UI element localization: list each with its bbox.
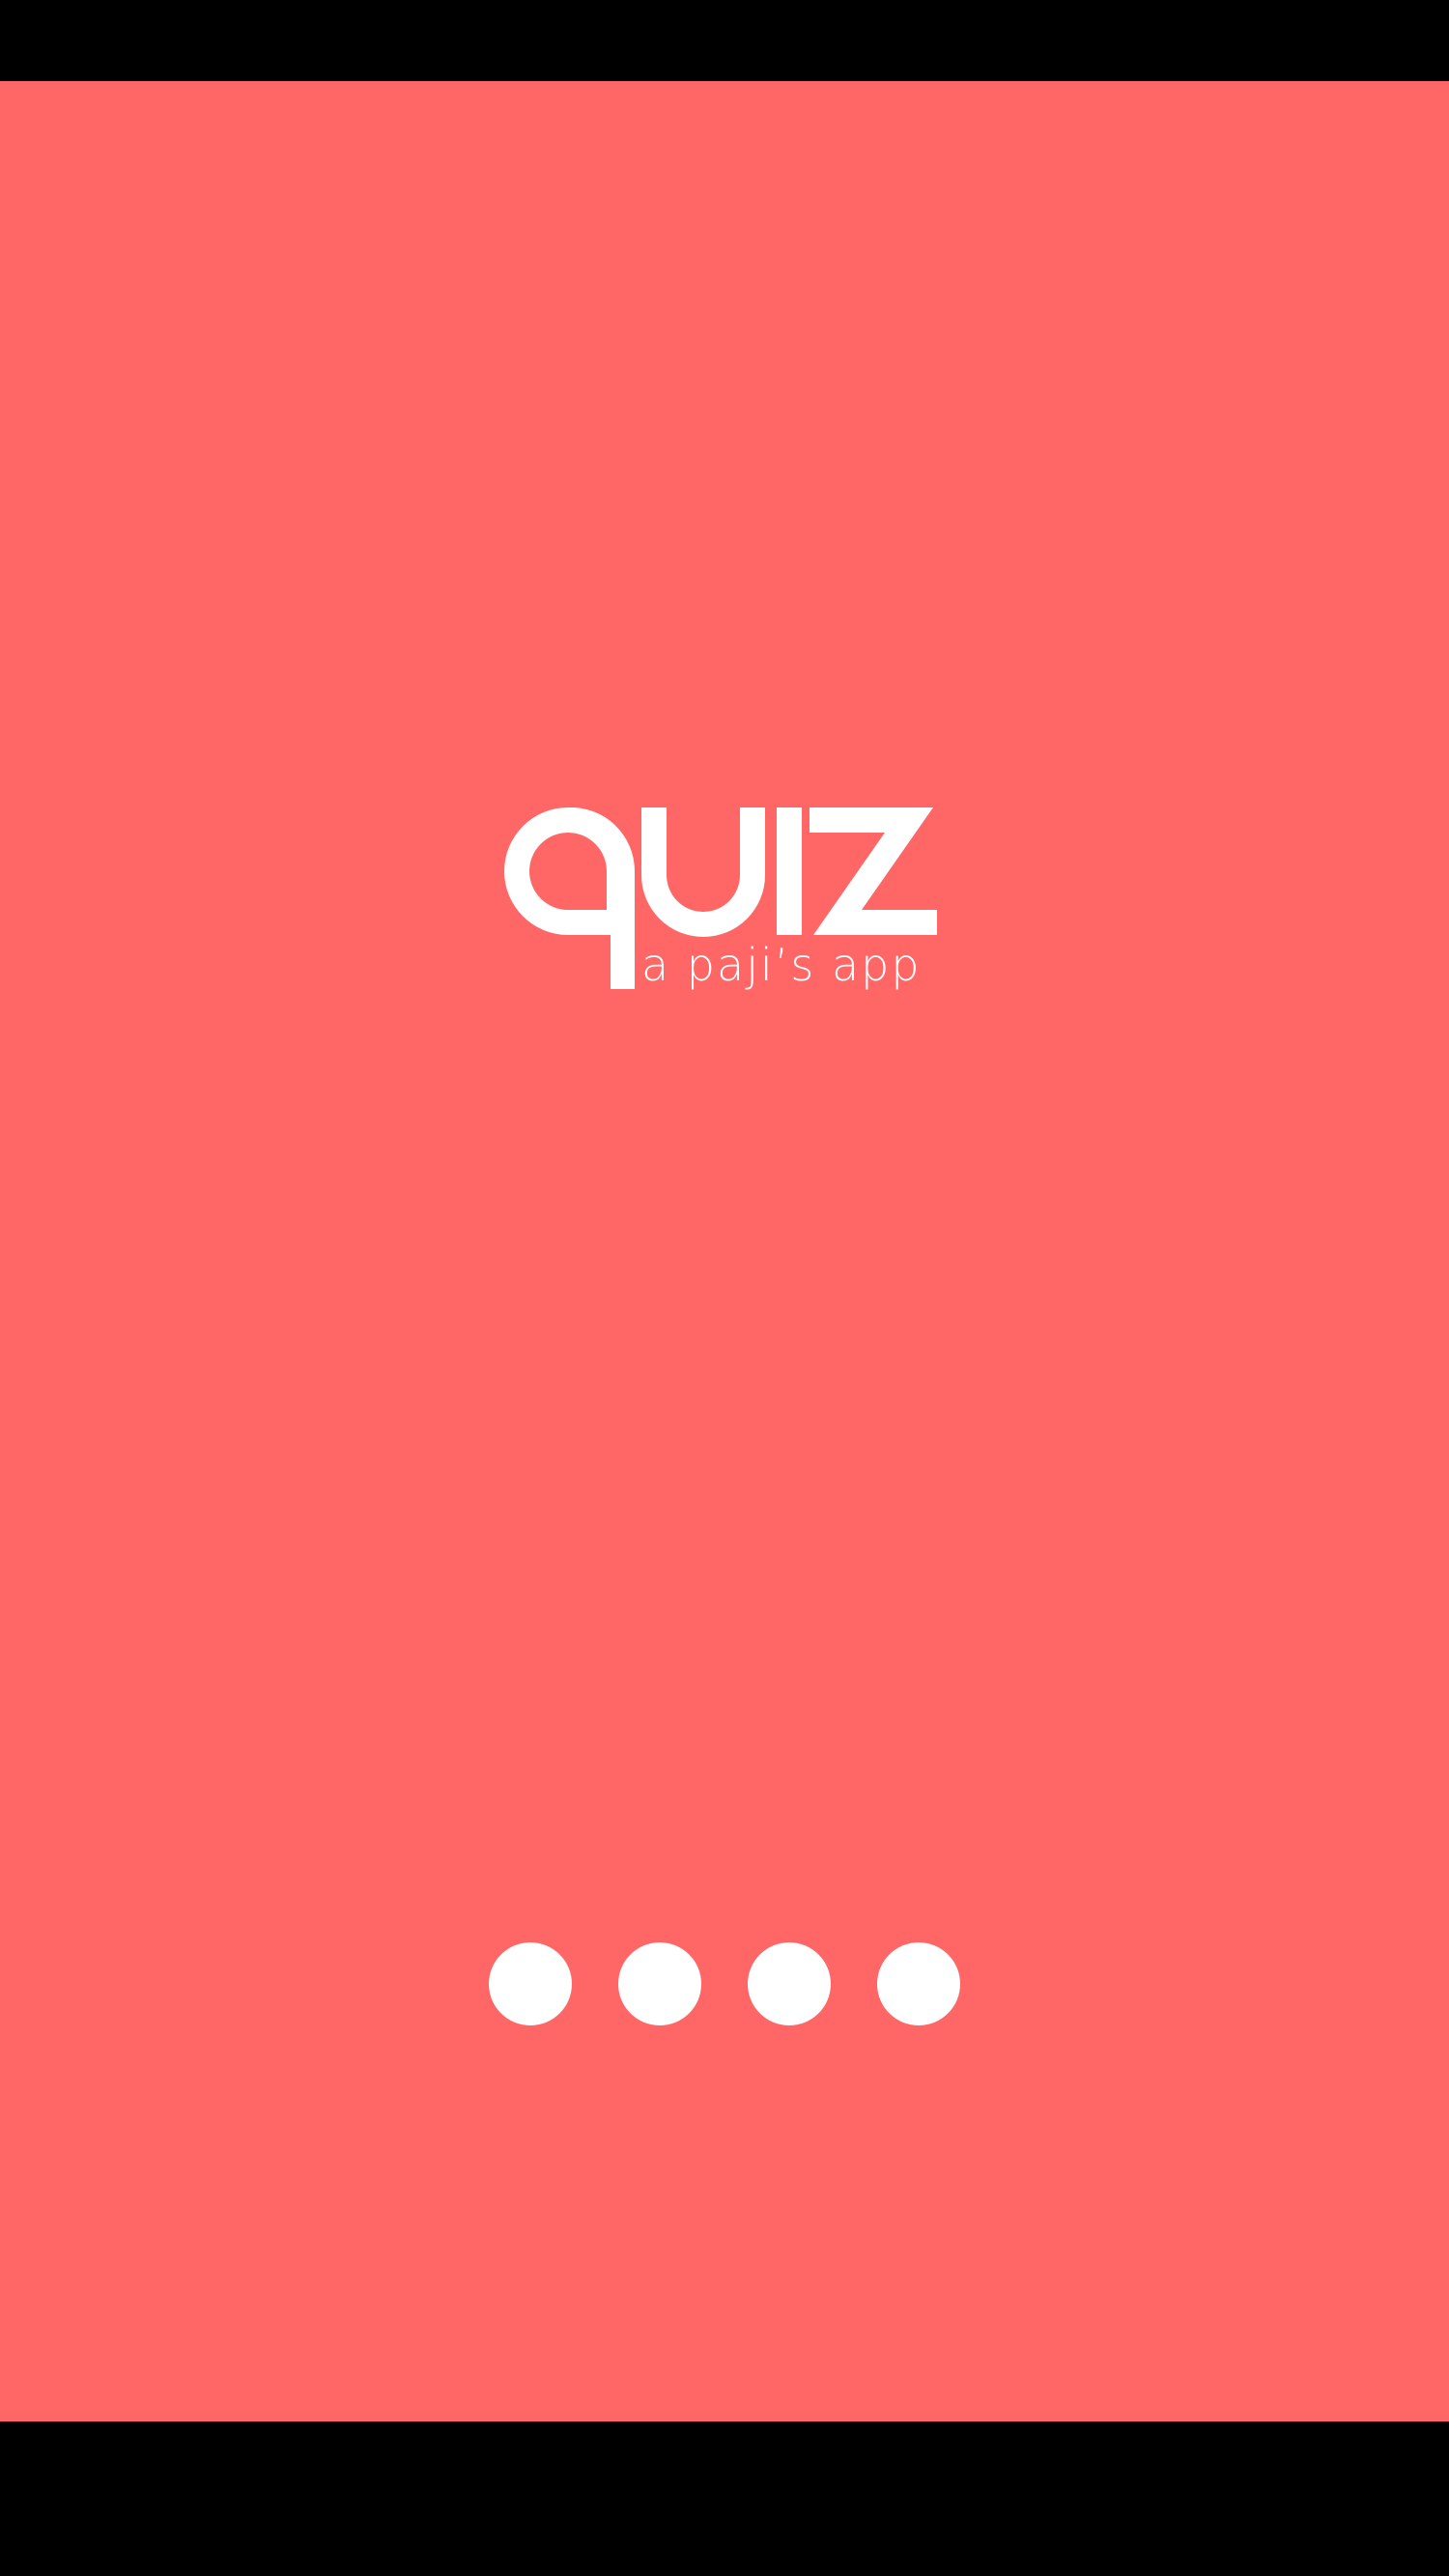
splash-screen	[0, 81, 1449, 2421]
logo-letter-q	[504, 807, 636, 989]
navigation-bar	[0, 2421, 1449, 2576]
logo-letter-z	[810, 807, 937, 935]
logo-letter-i	[777, 807, 802, 935]
loading-dot	[748, 1942, 831, 2025]
loading-dot	[618, 1942, 701, 2025]
loading-dot	[877, 1942, 960, 2025]
loading-dots-icon	[489, 1942, 962, 2025]
logo-letter-u	[641, 807, 765, 937]
app-tagline: a paji’s app	[641, 939, 922, 991]
loading-dot	[489, 1942, 572, 2025]
status-bar	[0, 0, 1449, 81]
